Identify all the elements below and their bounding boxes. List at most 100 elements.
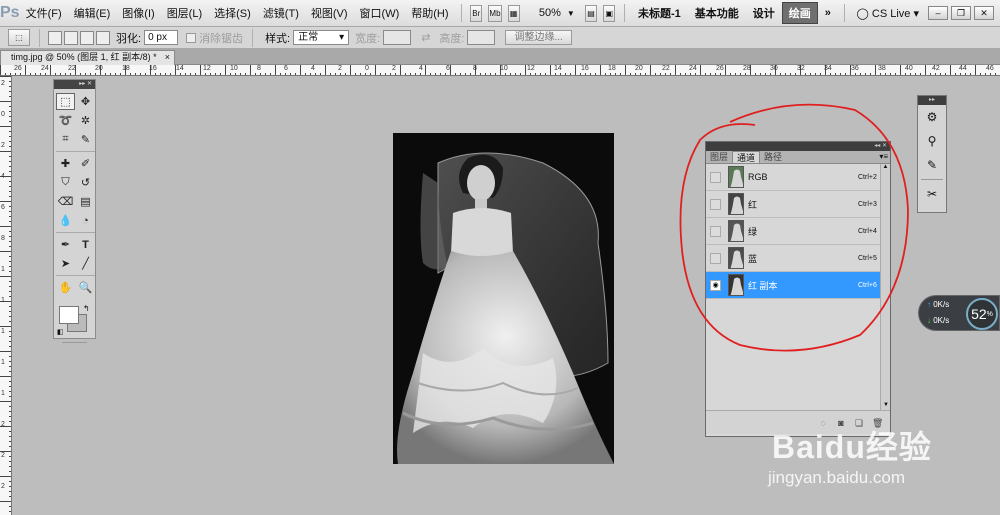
subtract-selection-button[interactable] (80, 30, 94, 45)
panel-tab[interactable]: 通道 (732, 151, 761, 163)
workspace-item[interactable]: 绘画 (781, 2, 818, 24)
crop-tool-icon[interactable]: ⌗ (56, 131, 75, 148)
ruler-tick (90, 73, 91, 75)
eyedropper-tool-icon[interactable]: ✎ (76, 131, 95, 148)
channel-row[interactable]: 绿 Ctrl+4 (706, 218, 880, 245)
swap-icon[interactable]: ⇄ (421, 31, 430, 44)
hand-tool-icon[interactable]: ✋ (56, 279, 75, 296)
width-input[interactable] (383, 30, 412, 45)
blur-tool-icon[interactable]: 💧 (56, 212, 75, 229)
menu-item[interactable]: 选择(S) (208, 5, 257, 21)
menu-item[interactable]: 视图(V) (305, 5, 354, 21)
ruler-horizontal[interactable]: 26 24 22 20 18 16 14 12 10 8 6 4 2 0 2 4 6 8 10 12 14 16 18 20 2… (0, 65, 1000, 76)
scroll-up-icon[interactable]: ▲ (881, 164, 890, 170)
panel-tab[interactable]: 图层 (706, 151, 732, 163)
menu-item[interactable]: 文件(F) (20, 5, 68, 21)
visibility-eye-icon[interactable]: ◉ (710, 279, 721, 291)
visibility-eye-icon[interactable] (710, 198, 721, 210)
channel-row[interactable]: ◉ 红 副本 Ctrl+6 (706, 272, 880, 299)
ruler-tick (330, 73, 331, 75)
channel-list-scrollbar[interactable]: ▲ ▼ (880, 164, 890, 410)
close-button[interactable]: ✕ (974, 6, 994, 20)
document-tab[interactable]: timg.jpg @ 50% (图层 1, 红 副本/8) * × (0, 50, 175, 65)
foreground-color-swatch[interactable] (59, 306, 79, 324)
type-tool-icon[interactable]: T (76, 236, 95, 253)
path-selection-tool-icon[interactable]: ➤ (56, 255, 75, 272)
cs-live-button[interactable]: ◯ CS Live ▾ (851, 7, 925, 20)
channel-row[interactable]: RGB Ctrl+2 (706, 164, 880, 191)
healing-brush-tool-icon[interactable]: ✚ (56, 155, 75, 172)
ruler-tick (9, 211, 11, 212)
pen-tool-icon[interactable]: ✒ (56, 236, 75, 253)
intersect-selection-button[interactable] (96, 30, 110, 45)
lasso-tool-icon[interactable]: ➰ (56, 112, 75, 129)
dodge-tool-icon[interactable]: ◔ (76, 212, 95, 229)
minibridge-button[interactable]: Mb (488, 4, 502, 22)
screen-mode-button[interactable]: ▣ (603, 4, 616, 22)
new-selection-button[interactable] (48, 30, 62, 45)
network-speed-widget[interactable]: ↑ 0K/s ↓ 0K/s 52% (918, 295, 1000, 331)
style-select[interactable]: 正常 ▾ (293, 30, 350, 45)
document-canvas-image[interactable] (393, 133, 614, 464)
menu-item[interactable]: 帮助(H) (405, 5, 454, 21)
visibility-eye-icon[interactable] (710, 252, 721, 264)
height-input[interactable] (467, 30, 496, 45)
menu-item[interactable]: 窗口(W) (354, 5, 406, 21)
restore-button[interactable]: ❐ (951, 6, 971, 20)
line-tool-icon[interactable]: ╱ (76, 255, 95, 272)
bridge-button[interactable]: Br (470, 4, 483, 22)
ruler-tick (9, 146, 11, 147)
brush-presets-icon[interactable]: ⚙ (918, 105, 946, 129)
ruler-tick (785, 73, 786, 75)
ruler-tick (335, 73, 336, 75)
gradient-tool-icon[interactable]: ▤ (76, 193, 95, 210)
minimize-button[interactable]: – (928, 6, 948, 20)
history-brush-tool-icon[interactable]: ↺ (76, 174, 95, 191)
ruler-tick (920, 73, 921, 75)
swap-colors-icon[interactable]: ↰ (83, 304, 90, 313)
workspace-item[interactable]: 设计 (746, 5, 782, 21)
ruler-tick (250, 65, 251, 75)
default-colors-icon[interactable]: ◧ (57, 328, 64, 336)
rectangular-marquee-tool-icon[interactable]: ⬚ (56, 93, 75, 110)
move-tool-icon[interactable]: ✥ (76, 93, 95, 110)
workspace-item[interactable]: 未标题-1 (631, 5, 688, 21)
panel-expand-icon[interactable]: ▸▸ (918, 96, 946, 105)
ruler-tick (9, 191, 11, 192)
arrange-documents-button[interactable]: ▤ (584, 4, 598, 22)
refine-edge-button[interactable]: 调整边缘... (505, 30, 572, 45)
visibility-eye-icon[interactable] (710, 171, 721, 183)
panel-header[interactable]: ◂◂ ✕ (706, 142, 890, 151)
zoom-level-dropdown[interactable]: 50% (533, 7, 567, 19)
panel-collapse-icon[interactable]: ▸▸ ✕ (54, 80, 95, 89)
channel-row[interactable]: 蓝 Ctrl+5 (706, 245, 880, 272)
feather-input[interactable]: 0 px (144, 30, 179, 45)
ruler-vertical[interactable]: 2 0 2 4 6 8 1 1 1 1 1 2 2 2 (0, 76, 12, 515)
view-extras-button[interactable]: ▦ (507, 4, 520, 22)
panel-menu-icon[interactable]: ▾≡ (879, 152, 888, 161)
ruler-tick (820, 73, 821, 75)
visibility-eye-icon[interactable] (710, 225, 721, 237)
panel-tab[interactable]: 路径 (760, 151, 786, 163)
menu-item[interactable]: 编辑(E) (68, 5, 117, 21)
brush-icon[interactable]: ✎ (918, 153, 946, 177)
more-workspaces-button[interactable]: » (818, 7, 838, 19)
quick-mask-icon[interactable] (62, 342, 87, 343)
close-icon[interactable]: × (165, 51, 170, 64)
ruler-label: 30 (770, 65, 778, 72)
menu-item[interactable]: 图层(L) (161, 5, 208, 21)
channel-row[interactable]: 红 Ctrl+3 (706, 191, 880, 218)
tool-presets-icon[interactable]: ✂ (918, 182, 946, 206)
menu-item[interactable]: 图像(I) (116, 5, 160, 21)
clone-stamp-tool-icon[interactable]: ⛉ (56, 174, 75, 191)
antialias-checkbox[interactable] (186, 32, 197, 43)
eraser-tool-icon[interactable]: ⌫ (56, 193, 75, 210)
magic-wand-tool-icon[interactable]: ✲ (76, 112, 95, 129)
workspace-item[interactable]: 基本功能 (688, 5, 746, 21)
menu-item[interactable]: 滤镜(T) (257, 5, 305, 21)
marquee-preset-button[interactable]: ⬚ (8, 29, 30, 46)
clone-source-icon[interactable]: ⚲ (918, 129, 946, 153)
brush-tool-icon[interactable]: ✐ (76, 155, 95, 172)
add-selection-button[interactable] (64, 30, 78, 45)
zoom-tool-icon[interactable]: 🔍 (76, 279, 95, 296)
